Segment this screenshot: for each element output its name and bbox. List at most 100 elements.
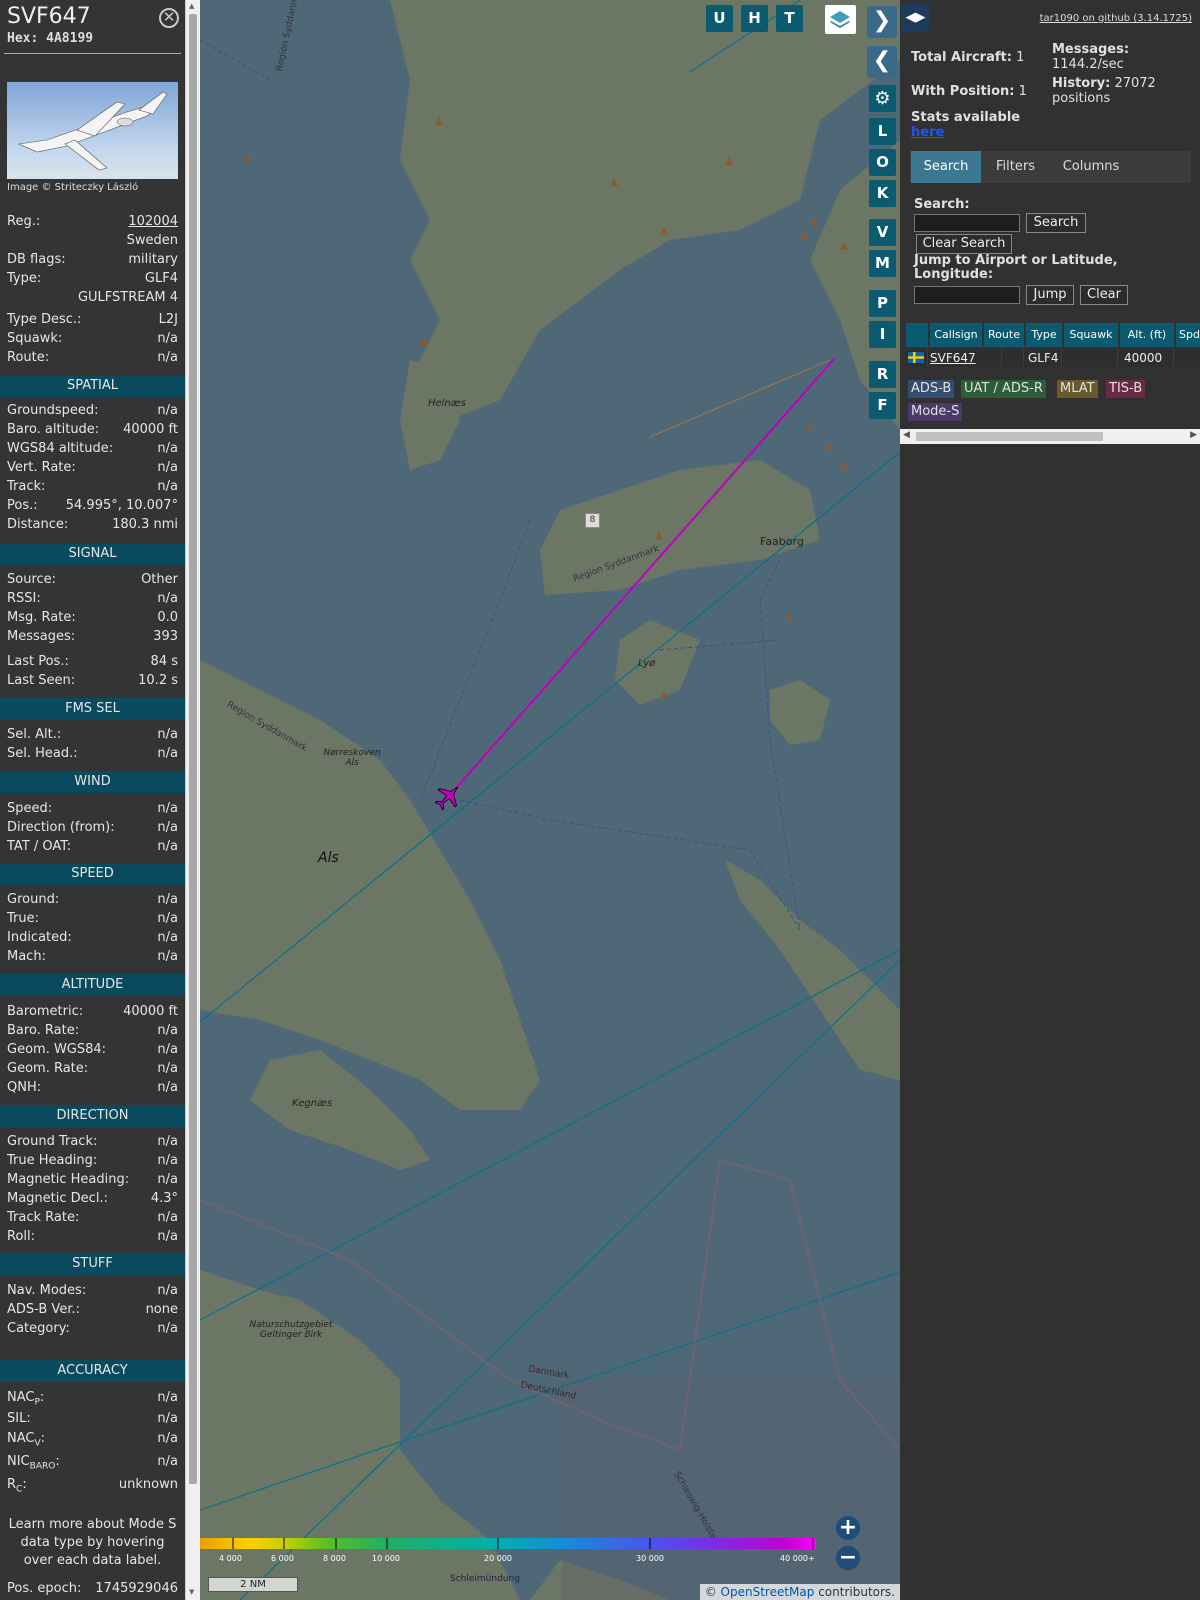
messages-stat-label: Messages: [1052,42,1130,57]
toggle-l-button[interactable]: L [869,118,896,145]
osm-link[interactable]: OpenStreetMap [721,1585,815,1599]
toggle-u-button[interactable]: U [706,5,733,32]
messages-label: Messages: [7,629,76,644]
with-position-value: 1 [1018,84,1027,99]
jump-label: Jump to Airport or Latitude, Longitude: [914,253,1118,282]
aircraft-photo[interactable] [7,82,178,179]
geom-wgs84-value: n/a [157,1042,178,1057]
sil-row: SIL: n/a [7,1411,178,1429]
section-accuracy: ACCURACY [0,1360,185,1382]
squawk-row: Squawk: n/a [7,331,178,349]
toggle-p-button[interactable]: P [869,290,896,317]
toggle-f-button[interactable]: F [869,392,896,419]
legend-adsb: ADS-B [908,380,955,398]
jump-input[interactable] [914,286,1020,304]
github-link[interactable]: tar1090 on github (3.14.1725) [1040,13,1192,24]
tab-columns[interactable]: Columns [1051,151,1131,183]
wind-speed-label: Speed: [7,801,53,816]
nacp-label: NACP: [7,1390,45,1408]
tab-filters[interactable]: Filters [984,151,1047,183]
nav-modes-row: Nav. Modes: n/a [7,1283,178,1301]
adsb-ver-label: ADS-B Ver.: [7,1302,80,1317]
row-type: GLF4 [1026,349,1062,367]
expand-sidebar-icon[interactable]: ❯ [867,6,897,38]
roll-row: Roll: n/a [7,1229,178,1247]
map-canvas[interactable] [200,0,900,1600]
with-position-label: With Position: [911,84,1015,99]
scrollbar-thumb[interactable] [189,14,197,1484]
tab-search[interactable]: Search [911,151,981,183]
clear-button[interactable]: Clear [1080,285,1128,305]
ground-track-label: Ground Track: [7,1134,98,1149]
nav-modes-label: Nav. Modes: [7,1283,87,1298]
zoom-in-icon[interactable]: + [836,1516,860,1540]
messages-stat-value: 1144.2/sec [1052,57,1124,72]
barometric-value: 40000 ft [123,1004,178,1019]
toggle-v-button[interactable]: V [869,219,896,246]
true-speed-value: n/a [157,911,178,926]
country-value: Sweden [126,233,178,248]
toggle-t-button[interactable]: T [776,5,803,32]
map-attribution: © OpenStreetMap contributors. [699,1584,900,1600]
roll-value: n/a [157,1229,178,1244]
distance-value: 180.3 nmi [112,517,178,532]
jump-button[interactable]: Jump [1026,285,1074,305]
sel-alt-row: Sel. Alt.: n/a [7,727,178,745]
search-input[interactable] [914,214,1020,232]
rc-row: RC: unknown [7,1477,178,1495]
baro-alt-value: 40000 ft [123,422,178,437]
toggle-o-button[interactable]: O [869,149,896,176]
map-view[interactable]: Region Syddanmark Helnæs Faaborg Lyø Reg… [200,0,900,1600]
sel-alt-label: Sel. Alt.: [7,727,62,742]
msgrate-label: Msg. Rate: [7,610,76,625]
legend-tisb: TIS-B [1106,380,1146,398]
table-scrollbar[interactable]: ◀ ▶ [900,429,1200,444]
msgrate-row: Msg. Rate: 0.0 [7,610,178,628]
lastpos-value: 84 s [150,654,178,669]
column-header-type[interactable]: Type [1026,323,1062,347]
toggle-m-button[interactable]: M [869,250,896,277]
stats-label: Stats available [911,110,1021,125]
stats-here-link[interactable]: here [911,125,944,140]
distance-label: Distance: [7,517,69,532]
column-header-speed[interactable]: Spd. [1176,323,1200,347]
toggle-h-button[interactable]: H [741,5,768,32]
lastseen-label: Last Seen: [7,673,76,688]
table-scrollbar-thumb[interactable] [916,432,1103,441]
reg-link[interactable]: 102004 [128,214,178,229]
toggle-r-button[interactable]: R [869,361,896,388]
colorbar-tick: 20 000 [484,1554,512,1563]
baro-rate-row: Baro. Rate: n/a [7,1023,178,1041]
geom-rate-value: n/a [157,1061,178,1076]
adsb-ver-row: ADS-B Ver.: none [7,1302,178,1320]
collapse-sidebar-icon[interactable]: ❮ [867,46,897,78]
dbflags-label: DB flags: [7,252,66,267]
search-button[interactable]: Search [1026,213,1086,233]
layers-icon[interactable] [825,5,856,34]
settings-gear-icon[interactable]: ⚙ [869,85,896,112]
column-header-route[interactable]: Route [984,323,1024,347]
source-value: Other [141,572,178,587]
ground-speed-label: Ground: [7,892,60,907]
toggle-i-button[interactable]: I [869,321,896,348]
geom-rate-row: Geom. Rate: n/a [7,1061,178,1079]
section-altitude: ALTITUDE [0,974,185,996]
wind-dir-label: Direction (from): [7,820,115,835]
indicated-speed-row: Indicated: n/a [7,930,178,948]
close-icon[interactable]: ✕ [159,8,179,28]
clear-search-button[interactable]: Clear Search [916,234,1012,254]
rssi-value: n/a [157,591,178,606]
rssi-row: RSSI: n/a [7,591,178,609]
sidebar-scrollbar[interactable]: ▲ ▼ [185,0,200,1600]
toggle-panel-icon[interactable]: ◀▶ [902,4,929,32]
column-header-squawk[interactable]: Squawk [1064,323,1118,347]
column-header-altitude[interactable]: Alt. (ft) [1120,323,1174,347]
zoom-out-icon[interactable]: − [836,1546,860,1570]
legend-mlat: MLAT [1057,380,1098,398]
distance-row: Distance: 180.3 nmi [7,517,178,535]
column-header-flag[interactable] [906,323,928,347]
section-wind: WIND [0,771,185,793]
column-header-callsign[interactable]: Callsign [930,323,982,347]
nacp-value: n/a [157,1390,178,1405]
toggle-k-button[interactable]: K [869,180,896,207]
